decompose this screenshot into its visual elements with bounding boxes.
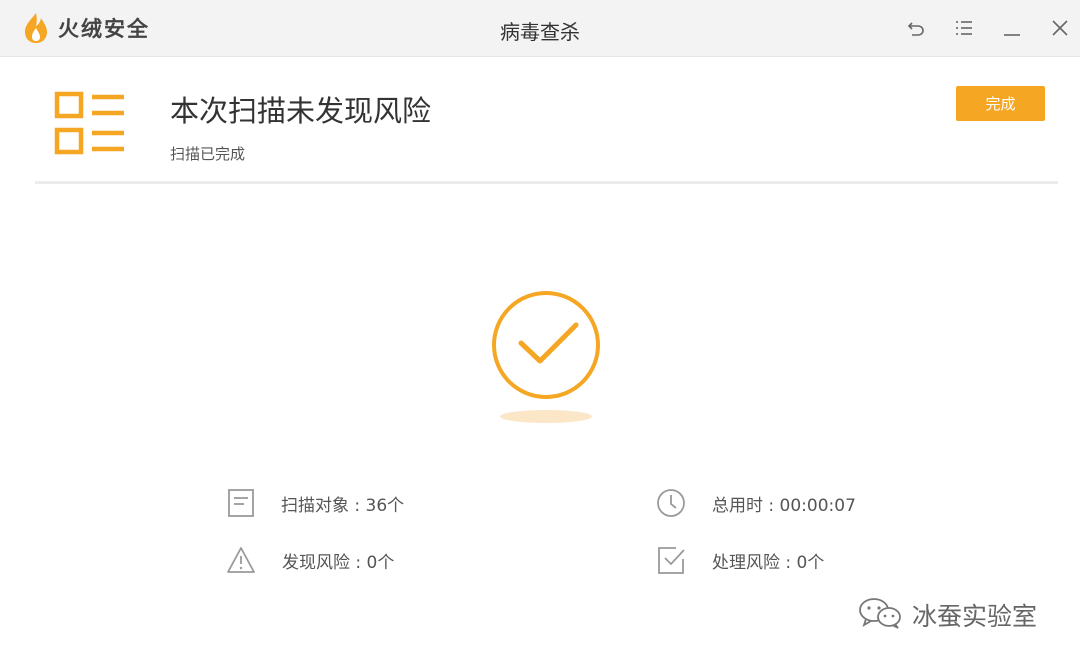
check-shadow [500,410,592,423]
wechat-icon [858,596,902,634]
done-button[interactable]: 完成 [956,86,1045,121]
close-icon [1050,18,1070,38]
stat-total-time: 总用时 : 00:00:07 [656,488,856,518]
result-subtitle: 扫描已完成 [170,145,246,163]
watermark: 冰蚕实验室 [858,596,1037,634]
warning-icon [226,545,256,575]
minimize-button[interactable] [998,14,1026,42]
menu-button[interactable] [950,14,978,42]
divider [35,181,1058,184]
stat-risks-found: 发现风险 : 0个 [226,545,394,575]
undo-icon [906,18,926,38]
watermark-text: 冰蚕实验室 [912,602,1038,631]
risks-found-text: 发现风险 : 0个 [282,552,395,573]
total-time-text: 总用时 : 00:00:07 [712,495,856,516]
menu-list-icon [954,18,974,38]
scanned-objects-text: 扫描对象 : 36个 [281,495,405,516]
back-button[interactable] [902,14,930,42]
result-title: 本次扫描未发现风险 [170,94,432,128]
risks-handled-text: 处理风险 : 0个 [712,552,825,573]
minimize-icon [1002,18,1022,38]
stat-scanned-objects: 扫描对象 : 36个 [227,488,404,518]
success-check-icon [490,289,602,405]
close-button[interactable] [1046,14,1074,42]
title-bar: 火绒安全 病毒查杀 [0,0,1080,57]
checkbox-icon [656,545,686,575]
scan-report-icon [54,90,126,162]
clock-icon [656,488,686,518]
document-icon [227,488,255,518]
stat-risks-handled: 处理风险 : 0个 [656,545,824,575]
